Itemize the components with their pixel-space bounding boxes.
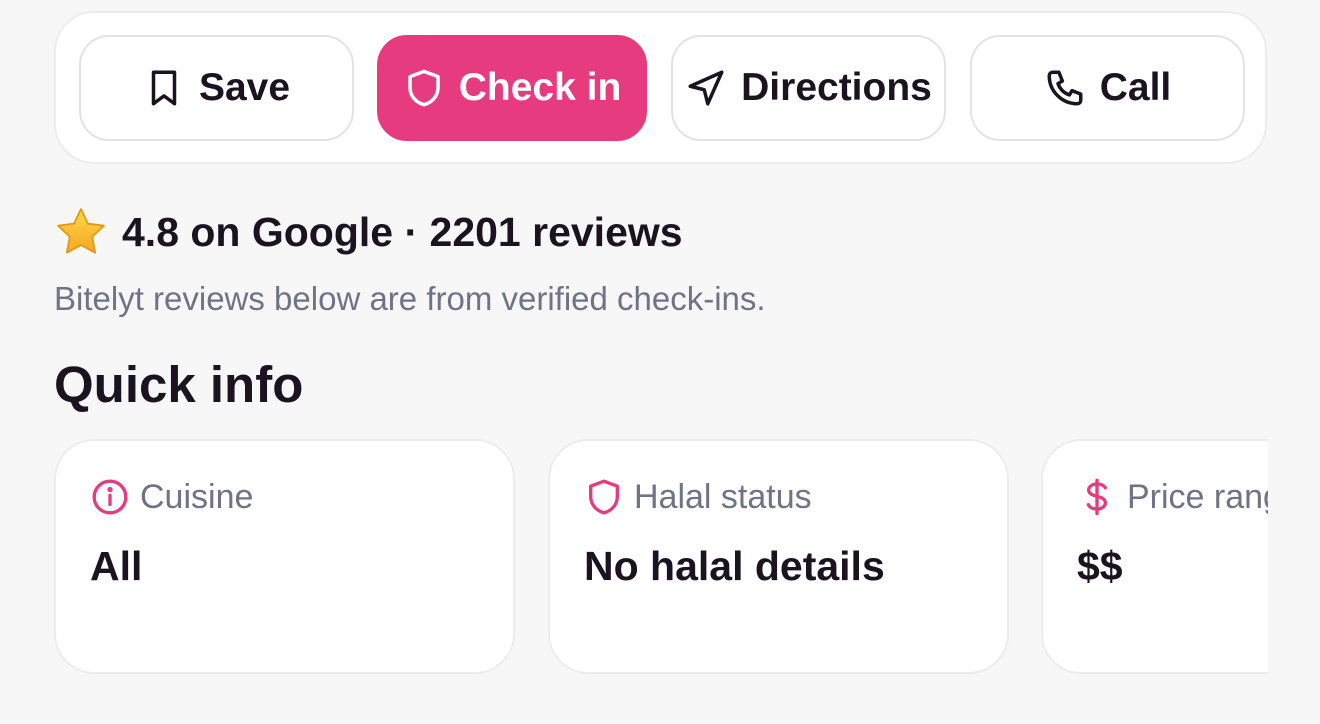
halal-status-value: No halal details [584,543,885,589]
quick-info-title: Quick info [54,356,304,413]
call-label: Call [1099,66,1172,109]
cuisine-label: Cuisine [140,477,254,516]
phone-icon [1047,70,1083,106]
action-bar: Save Check in Directions Call [54,11,1267,164]
check-in-button[interactable]: Check in [377,35,647,141]
check-in-label: Check in [458,66,622,109]
shield-icon [407,69,440,107]
dollar-icon [1086,478,1107,516]
info-icon [92,479,128,515]
reviews-note: Bitelyt reviews below are from verified … [54,280,766,317]
price-range-card: Price range $$ [1041,439,1268,674]
save-label: Save [198,66,291,109]
price-range-value: $$ [1077,543,1123,589]
cuisine-value: All [90,543,143,589]
call-button[interactable]: Call [970,35,1245,141]
star-icon [57,208,105,254]
directions-button[interactable]: Directions [671,35,946,141]
shield-icon [589,479,619,515]
directions-label: Directions [741,66,932,109]
navigation-arrow-icon [688,70,724,106]
save-button[interactable]: Save [79,35,354,141]
price-range-label: Price range [1127,477,1268,516]
halal-status-label: Halal status [634,477,812,516]
quick-info-cards[interactable]: Cuisine All Halal status No halal detail… [54,439,1268,675]
rating-text: 4.8 on Google · 2201 reviews [122,208,683,255]
bookmark-icon [151,70,177,106]
google-rating: 4.8 on Google · 2201 reviews [54,205,683,259]
halal-status-card: Halal status No halal details [548,439,1009,674]
cuisine-card: Cuisine All [54,439,515,674]
